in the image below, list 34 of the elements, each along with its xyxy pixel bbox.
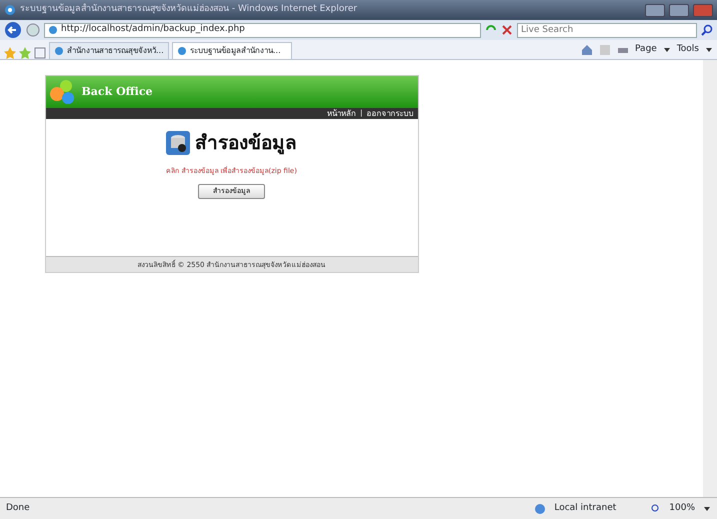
favorites-star-icon[interactable] bbox=[4, 47, 16, 59]
tab-list-icon[interactable] bbox=[34, 47, 46, 59]
search-field[interactable]: Live Search bbox=[517, 22, 697, 38]
address-field[interactable]: http://localhost/admin/backup_index.php bbox=[44, 22, 481, 38]
logout-link[interactable]: ออกจากระบบ bbox=[366, 108, 414, 120]
zoom-icon[interactable] bbox=[651, 504, 662, 514]
zone-text: Local intranet bbox=[554, 502, 616, 515]
close-button[interactable] bbox=[693, 4, 713, 16]
browser-icon bbox=[177, 46, 187, 56]
stop-icon[interactable] bbox=[501, 24, 513, 36]
page-heading: สำรองข้อมูล bbox=[194, 131, 297, 156]
browser-tab[interactable]: สำนักงานสาธารณสุขจังหวั... bbox=[49, 42, 169, 59]
browser-icon bbox=[4, 4, 16, 16]
caret-icon[interactable] bbox=[662, 46, 671, 54]
url-text: http://localhost/admin/backup_index.php bbox=[61, 23, 245, 36]
logo-text: Back Office bbox=[82, 84, 153, 100]
home-icon[interactable] bbox=[581, 44, 594, 56]
maximize-button[interactable] bbox=[669, 4, 689, 16]
command-menu[interactable]: Tools bbox=[676, 42, 699, 56]
command-menu[interactable]: Page bbox=[635, 42, 657, 56]
zoom-level[interactable]: 100% bbox=[669, 502, 695, 516]
logo-icon bbox=[50, 79, 76, 105]
home-link[interactable]: หน้าหลัก bbox=[327, 108, 356, 120]
back-icon[interactable] bbox=[4, 21, 22, 39]
browser-icon bbox=[54, 46, 64, 56]
window-title: ระบบฐานข้อมูลสำนักงานสาธารณสุขจังหวัดแม่ฮ่องสอน - Windows Internet Explorer bbox=[20, 3, 358, 16]
minimize-button[interactable] bbox=[645, 4, 665, 16]
status-text: Done bbox=[6, 502, 30, 515]
forward-icon[interactable] bbox=[26, 23, 40, 37]
browser-tab[interactable]: ระบบฐานข้อมูลสำนักงาน... bbox=[172, 42, 292, 59]
caret-icon[interactable] bbox=[703, 504, 711, 512]
database-icon bbox=[166, 131, 190, 156]
caret-icon[interactable] bbox=[705, 46, 713, 54]
search-icon[interactable] bbox=[701, 24, 713, 36]
